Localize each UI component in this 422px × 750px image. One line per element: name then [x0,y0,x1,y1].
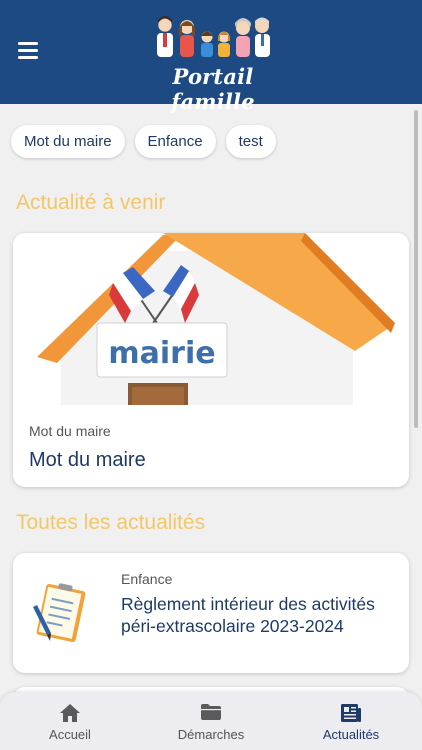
home-icon [60,704,80,722]
app-header: Portail famille [0,0,422,114]
newspaper-icon [341,704,361,722]
hamburger-menu-icon[interactable] [18,42,40,60]
mairie-image: mairie [13,233,409,405]
category-filter-chips: Mot du maire Enfance test [11,125,276,158]
tab-demarches[interactable]: Démarches [141,692,281,750]
news-content[interactable]: Mot du maire Enfance test Actualité à ve… [0,104,422,692]
chip-enfance[interactable]: Enfance [134,125,216,158]
news-title: Règlement intérieur des activités péri-e… [121,594,375,636]
news-list-item[interactable]: Enfance Règlement intérieur des activité… [13,553,409,673]
scrollbar[interactable] [414,110,418,428]
featured-news-card[interactable]: mairie Mot du maire Mot du maire [13,233,409,487]
mairie-sign-text: mairie [108,336,215,371]
document-checklist-icon [29,581,87,650]
bottom-tab-bar: Accueil Démarches Actualités [0,692,422,750]
chip-test[interactable]: test [225,125,276,158]
all-news-section-title: Toutes les actualités [16,511,206,534]
featured-title: Mot du maire [29,449,146,471]
chip-mot-du-maire[interactable]: Mot du maire [11,125,125,158]
tab-actualites[interactable]: Actualités [281,692,421,750]
featured-category: Mot du maire [29,423,111,439]
tab-accueil[interactable]: Accueil [0,692,140,750]
folder-icon [201,704,221,720]
news-category: Enfance [121,571,173,587]
upcoming-section-title: Actualité à venir [16,191,166,214]
family-icon [157,16,270,57]
app-logo: Portail famille [144,12,282,114]
